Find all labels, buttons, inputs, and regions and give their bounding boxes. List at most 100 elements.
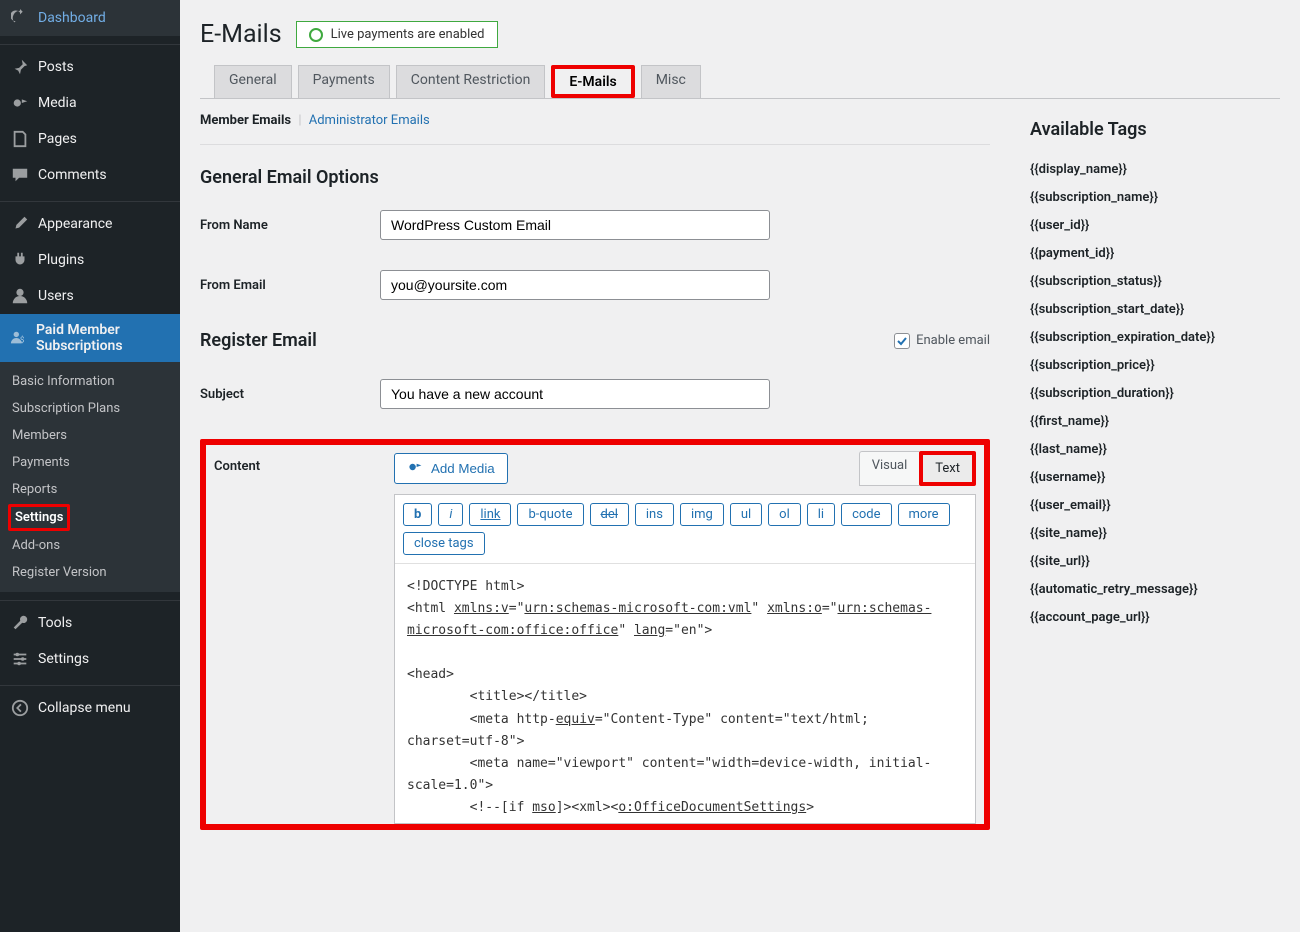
from-name-input[interactable] [380,210,770,240]
add-media-button[interactable]: Add Media [394,453,508,484]
sub-members[interactable]: Members [0,422,180,449]
sidebar-item-appearance[interactable]: Appearance [0,206,180,242]
tag-item[interactable]: {{last_name}} [1030,442,1280,457]
status-circle-icon [309,28,323,42]
editor-bold-button[interactable]: b [403,503,432,526]
tag-item[interactable]: {{user_email}} [1030,498,1280,513]
editor-bquote-button[interactable]: b-quote [517,503,583,526]
editor-more-button[interactable]: more [898,503,950,526]
tag-item[interactable]: {{first_name}} [1030,414,1280,429]
editor-del-button[interactable]: del [590,503,629,526]
from-email-input[interactable] [380,270,770,300]
editor-ol-button[interactable]: ol [768,503,801,526]
sliders-icon [10,649,30,669]
pin-icon [10,57,30,77]
editor-link-button[interactable]: link [469,503,511,526]
sub-payments[interactable]: Payments [0,449,180,476]
editor-ins-button[interactable]: ins [635,503,674,526]
brush-icon [10,214,30,234]
page-title: E-Mails [200,20,282,49]
tag-item[interactable]: {{user_id}} [1030,218,1280,233]
tab-content-restriction[interactable]: Content Restriction [396,65,546,98]
tab-general[interactable]: General [214,65,292,98]
email-subnav: Member Emails | Administrator Emails [200,99,990,145]
editor-toolbar: b i link b-quote del ins img ul ol li [395,495,975,563]
editor-shell: b i link b-quote del ins img ul ol li [394,494,976,824]
sub-settings[interactable]: Settings [8,504,70,531]
media-icon [10,93,30,113]
media-icon [407,459,423,478]
content-highlight-box: Content Add Media Visual Te [200,439,990,830]
sub-addons[interactable]: Add-ons [0,532,180,559]
sidebar-item-media[interactable]: Media [0,85,180,121]
pms-submenu: Basic Information Subscription Plans Mem… [0,362,180,592]
sidebar-item-pms[interactable]: $ Paid Member Subscriptions [0,314,180,362]
editor-tab-visual[interactable]: Visual [859,451,920,486]
tab-misc[interactable]: Misc [641,65,701,98]
sidebar-item-users[interactable]: Users [0,278,180,314]
tag-item[interactable]: {{payment_id}} [1030,246,1280,261]
tag-item[interactable]: {{site_url}} [1030,554,1280,569]
tag-item[interactable]: {{subscription_expiration_date}} [1030,330,1280,345]
content-textarea[interactable]: <!DOCTYPE html><html xmlns:v="urn:schema… [395,563,975,823]
register-email-heading: Register Email [200,330,317,351]
content-label: Content [214,451,394,474]
editor-ul-button[interactable]: ul [730,503,762,526]
sub-register-version[interactable]: Register Version [0,559,180,586]
editor-tab-text-highlight: Text [919,451,976,486]
sub-subscription-plans[interactable]: Subscription Plans [0,395,180,422]
tag-item[interactable]: {{username}} [1030,470,1280,485]
editor-close-tags-button[interactable]: close tags [403,532,485,555]
tab-emails[interactable]: E-Mails [555,69,630,95]
editor-italic-button[interactable]: i [438,503,463,526]
sub-reports[interactable]: Reports [0,476,180,503]
comment-icon [10,165,30,185]
pms-icon: $ [10,328,28,348]
from-name-label: From Name [200,210,380,233]
tag-item[interactable]: {{automatic_retry_message}} [1030,582,1280,597]
editor-li-button[interactable]: li [807,503,835,526]
svg-text:$: $ [20,335,25,345]
page-icon [10,129,30,149]
from-email-label: From Email [200,270,380,293]
tag-item[interactable]: {{display_name}} [1030,162,1280,177]
available-tags-list: {{display_name}} {{subscription_name}} {{u… [1030,162,1280,625]
sidebar-item-tools[interactable]: Tools [0,605,180,641]
subject-label: Subject [200,379,380,402]
editor-img-button[interactable]: img [680,503,724,526]
available-tags-heading: Available Tags [1030,119,1280,140]
plug-icon [10,250,30,270]
subnav-member-emails[interactable]: Member Emails [200,113,291,128]
sidebar-item-comments[interactable]: Comments [0,157,180,193]
sub-basic-info[interactable]: Basic Information [0,368,180,395]
editor-tab-text[interactable]: Text [923,455,972,482]
user-icon [10,286,30,306]
sidebar-item-pages[interactable]: Pages [0,121,180,157]
sidebar-item-posts[interactable]: Posts [0,49,180,85]
sidebar-item-settings[interactable]: Settings [0,641,180,677]
settings-tabs: General Payments Content Restriction E-M… [200,65,1280,99]
wrench-icon [10,613,30,633]
tag-item[interactable]: {{subscription_duration}} [1030,386,1280,401]
sidebar-item-dashboard[interactable]: Dashboard [0,0,180,36]
tag-item[interactable]: {{site_name}} [1030,526,1280,541]
dashboard-icon [10,8,30,28]
live-payments-badge: Live payments are enabled [296,21,498,48]
sidebar-item-plugins[interactable]: Plugins [0,242,180,278]
subnav-admin-emails[interactable]: Administrator Emails [309,113,430,128]
tag-item[interactable]: {{subscription_price}} [1030,358,1280,373]
checkbox-icon [894,333,910,349]
tab-payments[interactable]: Payments [298,65,390,98]
main-content: E-Mails Live payments are enabled Genera… [180,0,1300,932]
admin-sidebar: Dashboard Posts Media Pages Comments App… [0,0,180,932]
tag-item[interactable]: {{subscription_start_date}} [1030,302,1280,317]
editor-code-button[interactable]: code [841,503,891,526]
sidebar-item-collapse[interactable]: Collapse menu [0,690,180,726]
tab-emails-highlight: E-Mails [551,65,634,98]
tag-item[interactable]: {{account_page_url}} [1030,610,1280,625]
tag-item[interactable]: {{subscription_status}} [1030,274,1280,289]
subject-input[interactable] [380,379,770,409]
tag-item[interactable]: {{subscription_name}} [1030,190,1280,205]
enable-email-check[interactable]: Enable email [894,333,990,349]
general-email-options-heading: General Email Options [200,167,990,188]
